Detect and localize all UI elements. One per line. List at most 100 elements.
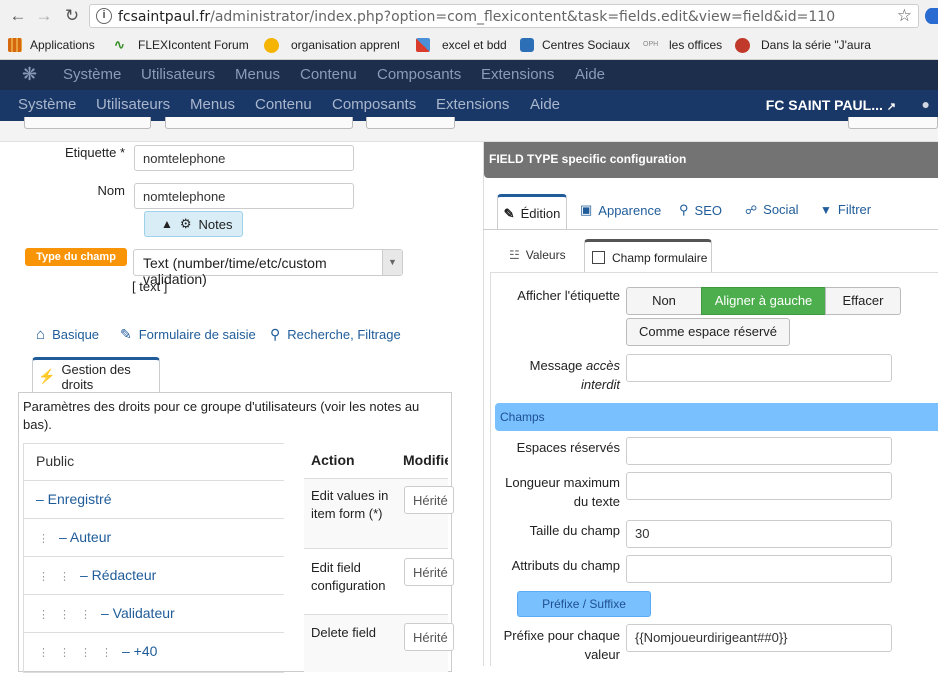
permission-select[interactable]: Hérité — [404, 558, 454, 586]
menu-menus[interactable]: Menus — [190, 96, 235, 113]
espaces-input[interactable] — [626, 437, 892, 465]
share-icon: ☍ — [745, 202, 758, 217]
bookmark-organisation[interactable]: organisation apprent — [264, 36, 399, 54]
option-non[interactable]: Non — [626, 287, 702, 315]
tab-apparence[interactable]: ▣ Apparence — [580, 202, 661, 218]
bookmark-excel[interactable]: excel et bdd — [416, 36, 507, 54]
user-icon[interactable]: ● — [922, 96, 930, 112]
tab-formulaire[interactable]: ✎ Formulaire de saisie — [120, 326, 256, 343]
tab-gestion-droits[interactable]: ⚡ Gestion des droits — [32, 357, 160, 393]
tab-label: Gestion des droits — [61, 361, 131, 392]
menu-systeme[interactable]: Système — [63, 66, 121, 83]
back-icon[interactable]: ← — [6, 5, 30, 27]
menu-contenu[interactable]: Contenu — [255, 96, 312, 113]
subtab-champ-formulaire[interactable]: Champ formulaire — [584, 239, 712, 273]
notes-badge[interactable]: ▲ ⚙ Notes — [144, 211, 243, 237]
type-champ-value: Text (number/time/etc/custom validation) — [143, 255, 327, 287]
tab-filtrer[interactable]: ▼ Filtrer — [820, 202, 871, 217]
home-icon: ⌂ — [36, 326, 46, 343]
url-path: /administrator/index.php?option=com_flex… — [210, 9, 836, 25]
subtab-valeurs[interactable]: ☳ Valeurs — [509, 248, 566, 262]
prefixe-input[interactable]: {{Nomjoueurdirigeant##0}} — [626, 624, 892, 652]
tab-label: Édition — [520, 206, 561, 221]
menu-composants[interactable]: Composants — [377, 66, 461, 83]
oph-logo-icon: OPH — [643, 41, 659, 48]
permission-select[interactable]: Hérité — [404, 623, 454, 651]
tree-guide: ⋮⋮⋮⋮ — [38, 647, 122, 659]
forward-icon[interactable]: → — [32, 5, 56, 27]
attributs-input[interactable] — [626, 555, 892, 583]
menu-extensions[interactable]: Extensions — [436, 96, 509, 113]
option-effacer[interactable]: Effacer — [825, 287, 901, 315]
bookmark-star-icon[interactable]: ☆ — [897, 6, 912, 26]
group-validateur[interactable]: ⋮⋮⋮– Validateur — [38, 605, 175, 621]
site-name: FC SAINT PAUL... — [765, 97, 883, 113]
tab-label: SEO — [694, 202, 722, 218]
toolbar-button[interactable] — [848, 117, 938, 129]
group-enregistre[interactable]: – Enregistré — [36, 491, 111, 507]
tab-recherche[interactable]: ⚲ Recherche, Filtrage — [270, 326, 401, 343]
tab-seo[interactable]: ⚲ SEO — [679, 202, 722, 218]
group-auteur[interactable]: ⋮– Auteur — [38, 529, 111, 545]
etiquette-input[interactable]: nomtelephone — [134, 145, 354, 171]
tree-guide: ⋮⋮⋮ — [38, 609, 101, 621]
permission-select[interactable]: Hérité — [404, 486, 454, 514]
cs-logo-icon — [520, 38, 534, 52]
menu-utilisateurs[interactable]: Utilisateurs — [141, 66, 215, 83]
bookmark-centres-sociaux[interactable]: Centres Sociaux — [520, 36, 630, 54]
tab-basique[interactable]: ⌂ Basique — [36, 326, 99, 343]
message-acces-label: Message accès interdit — [529, 358, 620, 392]
group-public[interactable]: Public — [36, 453, 74, 469]
menu-menus[interactable]: Menus — [235, 66, 280, 83]
warning-icon: ▲ — [161, 217, 173, 231]
extension-icon[interactable] — [925, 8, 938, 24]
prefix-suffix-button[interactable]: Préfixe / Suffixe — [517, 591, 651, 617]
espaces-label: Espaces réservés — [516, 440, 620, 455]
site-link[interactable]: FC SAINT PAUL... ↗ — [766, 97, 896, 113]
option-aligner-gauche[interactable]: Aligner à gauche — [701, 287, 826, 315]
longueur-input[interactable] — [626, 472, 892, 500]
action-label: Edit values in item form (*) — [311, 488, 389, 521]
search-icon: ⚲ — [679, 202, 689, 217]
group-redacteur[interactable]: ⋮⋮– Rédacteur — [38, 567, 156, 583]
menu-contenu[interactable]: Contenu — [300, 66, 357, 83]
menu-extensions[interactable]: Extensions — [481, 66, 554, 83]
info-icon[interactable]: i — [96, 8, 112, 24]
divider — [24, 594, 284, 595]
toolbar-button[interactable] — [165, 117, 353, 129]
bookmark-flexicontent[interactable]: ∿ FLEXIcontent Forum — [114, 36, 249, 54]
toolbar-button[interactable] — [366, 117, 455, 129]
longueur-label: Longueur maximum du texte — [505, 475, 620, 509]
nom-input[interactable]: nomtelephone — [134, 183, 354, 209]
bookmark-label: excel et bdd — [442, 38, 507, 52]
bookmark-serie[interactable]: Dans la série "J'aurai — [735, 36, 871, 54]
external-link-icon: ↗ — [886, 101, 896, 113]
menu-systeme[interactable]: Système — [18, 96, 76, 113]
bookmark-label: Centres Sociaux — [542, 38, 631, 52]
toolbar-button[interactable] — [24, 117, 151, 129]
tab-edition[interactable]: ✎ Édition — [497, 194, 567, 230]
action-label: Edit field configuration — [311, 560, 386, 593]
menu-aide[interactable]: Aide — [530, 96, 560, 113]
bookmark-offices[interactable]: OPH les offices — [643, 36, 722, 54]
menu-utilisateurs[interactable]: Utilisateurs — [96, 96, 170, 113]
tab-social[interactable]: ☍ Social — [745, 202, 799, 217]
reload-icon[interactable]: ↻ — [60, 5, 84, 27]
divider — [24, 556, 284, 557]
tab-label: Filtrer — [837, 202, 872, 217]
type-champ-select[interactable]: Text (number/time/etc/custom validation)… — [133, 249, 403, 287]
group-label: – Rédacteur — [80, 567, 157, 583]
option-espace-reserve[interactable]: Comme espace réservé — [626, 318, 790, 346]
message-acces-input[interactable] — [626, 354, 892, 382]
joomla-logo-icon[interactable]: ❋ — [22, 65, 39, 83]
column-action: Action — [311, 452, 355, 468]
bookmark-applications[interactable]: Applications — [8, 36, 95, 54]
url-host: fcsaintpaul.fr — [118, 9, 211, 25]
menu-composants[interactable]: Composants — [332, 96, 416, 113]
group-plus40[interactable]: ⋮⋮⋮⋮– +40 — [38, 643, 157, 659]
menu-aide[interactable]: Aide — [575, 66, 605, 83]
address-bar[interactable]: i fcsaintpaul.fr/administrator/index.php… — [89, 4, 919, 28]
taille-input[interactable]: 30 — [626, 520, 892, 548]
nom-label: Nom — [97, 183, 125, 198]
section-champs: Champs — [495, 403, 938, 431]
